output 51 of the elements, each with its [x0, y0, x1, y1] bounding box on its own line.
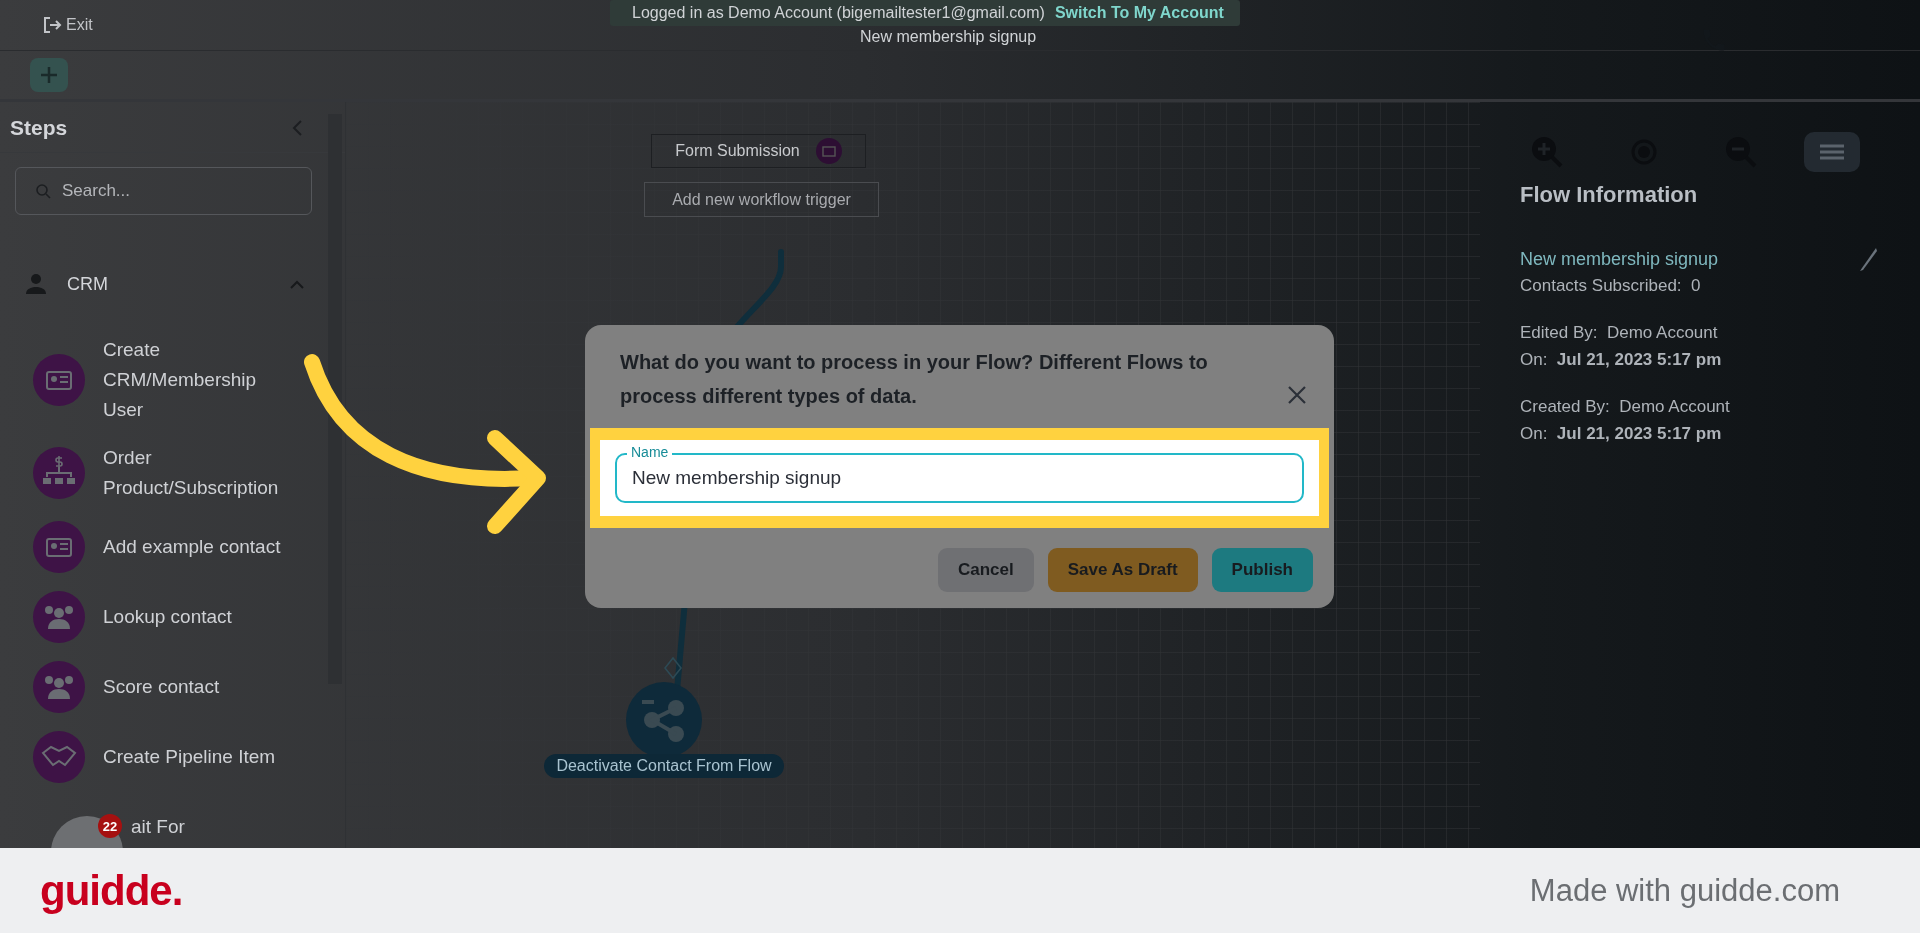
step-label[interactable]: Create CRM/Membership User: [103, 335, 293, 425]
scrollbar[interactable]: [328, 114, 342, 684]
collapse-icon[interactable]: [291, 119, 305, 137]
steps-title: Steps: [10, 116, 68, 140]
footer-credit: Made with guidde.com: [1529, 872, 1840, 909]
trigger-node[interactable]: Form Submission: [651, 134, 866, 168]
action-node-label[interactable]: Deactivate Contact From Flow: [544, 754, 784, 778]
flow-name: New membership signup: [1520, 248, 1719, 270]
step-label[interactable]: Create Pipeline Item: [103, 742, 293, 772]
menu-icon: [1820, 143, 1844, 161]
close-icon[interactable]: [1287, 385, 1307, 405]
guidde-logo: guidde.: [40, 866, 183, 915]
dialog-title: What do you want to process in your Flow? Different Flows to process different types of data.: [620, 350, 1209, 409]
info-line: Edited By: Demo Account: [1520, 322, 1719, 344]
exit-icon: [42, 15, 62, 35]
plus-icon: [38, 64, 60, 86]
add-trigger-button[interactable]: Add new workflow trigger: [644, 182, 879, 217]
id-card-icon: [33, 521, 85, 573]
pencil-icon[interactable]: [1858, 246, 1880, 272]
id-card-icon: [815, 138, 842, 164]
add-button[interactable]: [30, 58, 68, 92]
info-line: Created By: Demo Account: [1520, 396, 1731, 418]
junction-icon: [664, 657, 682, 679]
people-icon: [33, 591, 85, 643]
info-line: Contacts Subscribed: 0: [1520, 275, 1702, 297]
login-notice: Logged in as Demo Account (bigemailtester1@gmail.com): [632, 4, 1045, 22]
menu-button[interactable]: [1804, 132, 1860, 172]
step-label[interactable]: Score contact: [103, 672, 293, 702]
info-line: On: Jul 21, 2023 5:17 pm: [1520, 349, 1723, 371]
field-label: Name: [627, 444, 673, 460]
step-label[interactable]: ait For: [131, 812, 321, 842]
search-icon: [35, 183, 51, 199]
handshake-icon: [33, 731, 85, 783]
chevron-icon: [289, 279, 305, 289]
step-label[interactable]: Lookup contact: [103, 602, 293, 632]
step-label[interactable]: Add example contact: [103, 532, 293, 562]
crm-group-header[interactable]: CRM: [25, 273, 305, 295]
info-line: On: Jul 21, 2023 5:17 pm: [1520, 423, 1723, 445]
zoom-out-icon[interactable]: [1724, 135, 1758, 169]
person-icon: [25, 273, 47, 295]
notification-badge: 22: [98, 814, 122, 838]
people-icon: [33, 661, 85, 713]
search-input[interactable]: Search...: [15, 167, 312, 215]
exit-button[interactable]: Exit: [40, 13, 95, 37]
flow-title: New membership signup: [860, 28, 1037, 46]
switch-account-link[interactable]: Switch To My Account: [1054, 4, 1224, 22]
id-card-icon: [33, 354, 85, 406]
dollar-tree-icon: [33, 447, 85, 499]
step-label[interactable]: Order Product/Subscription: [103, 443, 293, 503]
zoom-in-icon[interactable]: [1530, 135, 1564, 169]
panel-title: Flow Information: [1520, 182, 1699, 208]
